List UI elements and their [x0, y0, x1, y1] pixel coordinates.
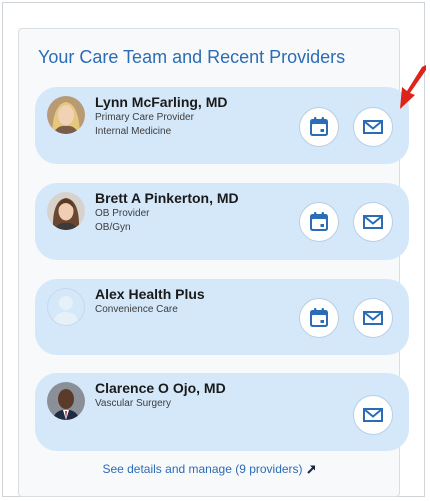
provider-role: Primary Care Provider [95, 112, 194, 123]
see-details-link[interactable]: See details and manage (9 providers) [102, 462, 315, 476]
envelope-icon [363, 408, 383, 422]
calendar-icon [310, 117, 328, 136]
provider-card-clarence-ojo: Clarence O Ojo, MD Vascular Surgery [35, 373, 409, 451]
calendar-icon [310, 212, 328, 231]
outer-frame: Your Care Team and Recent Providers Lynn… [2, 2, 426, 497]
provider-card-alex-health-plus: Alex Health Plus Convenience Care [35, 279, 409, 355]
provider-avatar [47, 382, 85, 420]
schedule-appointment-button[interactable] [299, 202, 339, 242]
send-message-button[interactable] [353, 202, 393, 242]
provider-info: Alex Health Plus Convenience Care [95, 286, 205, 317]
provider-name: Brett A Pinkerton, MD [95, 190, 239, 206]
provider-specialty: Internal Medicine [95, 126, 172, 137]
panel-title: Your Care Team and Recent Providers [38, 47, 346, 67]
see-details-link-label: See details and manage (9 providers) [102, 462, 303, 476]
calendar-icon [310, 308, 328, 327]
provider-specialty: OB/Gyn [95, 222, 131, 233]
provider-specialty: Vascular Surgery [95, 398, 171, 409]
envelope-icon [363, 311, 383, 325]
send-message-button[interactable] [353, 395, 393, 435]
send-message-button[interactable] [353, 298, 393, 338]
provider-avatar [47, 192, 85, 230]
provider-info: Brett A Pinkerton, MD OB Provider OB/Gyn [95, 190, 239, 235]
external-link-icon [306, 465, 315, 474]
provider-name: Lynn McFarling, MD [95, 94, 228, 110]
care-team-panel: Your Care Team and Recent Providers Lynn… [18, 28, 409, 497]
provider-role: OB Provider [95, 208, 150, 219]
provider-avatar [47, 96, 85, 134]
provider-info: Lynn McFarling, MD Primary Care Provider… [95, 94, 227, 139]
provider-name: Alex Health Plus [95, 286, 205, 302]
schedule-appointment-button[interactable] [299, 107, 339, 147]
provider-role: Convenience Care [95, 304, 178, 315]
provider-card-brett-pinkerton: Brett A Pinkerton, MD OB Provider OB/Gyn [35, 183, 409, 260]
placeholder-person-icon [47, 288, 85, 326]
envelope-icon [363, 120, 383, 134]
provider-info: Clarence O Ojo, MD Vascular Surgery [95, 380, 226, 411]
envelope-icon [363, 215, 383, 229]
provider-card-lynn-mcfarling: Lynn McFarling, MD Primary Care Provider… [35, 87, 409, 164]
schedule-appointment-button[interactable] [299, 298, 339, 338]
manage-providers-footer: See details and manage (9 providers) [19, 462, 399, 476]
send-message-button[interactable] [353, 107, 393, 147]
provider-name: Clarence O Ojo, MD [95, 380, 226, 396]
annotation-arrow-icon [400, 65, 426, 109]
